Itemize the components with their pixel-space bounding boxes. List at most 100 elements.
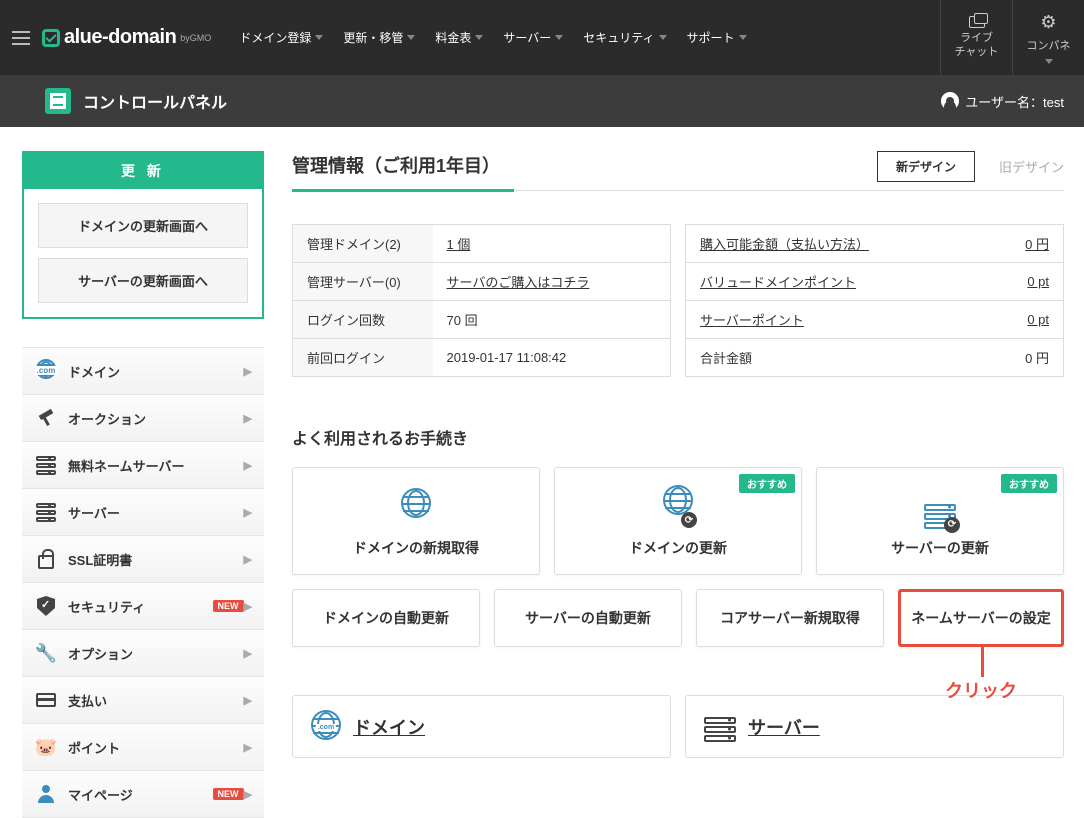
globe-icon: .com: [34, 359, 58, 383]
bottom-sections: .com ドメイン サーバー: [292, 695, 1064, 758]
shield-icon: [34, 594, 58, 618]
section-head: 管理情報（ご利用1年目） 新デザイン 旧デザイン: [292, 151, 1064, 191]
table-label: バリュードメインポイント: [686, 263, 985, 301]
table-value: 1 個: [433, 225, 671, 263]
table-value: 2019-01-17 11:08:42: [433, 339, 671, 377]
user-info[interactable]: ユーザー名：test: [941, 92, 1064, 111]
table-label: 管理サーバー(0): [293, 263, 433, 301]
control-panel-button[interactable]: ⚙ コンパネ: [1012, 0, 1084, 75]
sidebar-item-domain[interactable]: .com ドメイン ▶: [22, 348, 264, 395]
server-update-button[interactable]: サーバーの更新画面へ: [38, 258, 248, 303]
info-tables: 管理ドメイン(2)1 個 管理サーバー(0)サーバのご購入はコチラ ログイン回数…: [292, 224, 1064, 377]
new-badge: NEW: [213, 600, 244, 612]
proc-domain-new[interactable]: ドメインの新規取得: [292, 467, 540, 575]
chevron-right-icon: ▶: [244, 647, 252, 660]
section-title: 管理情報（ご利用1年目）: [292, 152, 514, 192]
click-annotation: クリック: [945, 677, 1017, 703]
control-panel-icon: [45, 88, 71, 114]
proc-server-renew[interactable]: おすすめ ⟳ サーバーの更新: [816, 467, 1064, 575]
server-icon: [34, 453, 58, 477]
proc-domain-auto[interactable]: ドメインの自動更新: [292, 589, 480, 647]
table-label: 合計金額: [686, 339, 985, 377]
proc-domain-renew[interactable]: おすすめ ⟳ ドメインの更新: [554, 467, 802, 575]
chevron-down-icon: [555, 35, 563, 40]
top-header: alue-domain byGMO ドメイン登録 更新・移管 料金表 サーバー …: [0, 0, 1084, 75]
chevron-down-icon: [739, 35, 747, 40]
domain-update-button[interactable]: ドメインの更新画面へ: [38, 203, 248, 248]
table-value: 0 円: [984, 225, 1063, 263]
hamburger-button[interactable]: [0, 0, 42, 75]
chevron-right-icon: ▶: [244, 600, 252, 613]
sidebar-item-option[interactable]: 🔧 オプション ▶: [22, 630, 264, 677]
sidebar-item-payment[interactable]: 支払い ▶: [22, 677, 264, 724]
server-icon: [34, 500, 58, 524]
sidebar: 更 新 ドメインの更新画面へ サーバーの更新画面へ .com ドメイン ▶ オー…: [22, 151, 264, 818]
nav-support[interactable]: サポート: [677, 29, 757, 46]
sidebar-item-point[interactable]: 🐷 ポイント ▶: [22, 724, 264, 771]
old-design-button[interactable]: 旧デザイン: [999, 157, 1064, 176]
sidebar-item-mypage[interactable]: マイページ NEW ▶: [22, 771, 264, 818]
content: 管理情報（ご利用1年目） 新デザイン 旧デザイン 管理ドメイン(2)1 個 管理…: [292, 151, 1064, 818]
proc-nameserver-settings[interactable]: ネームサーバーの設定: [898, 589, 1064, 647]
chevron-down-icon: [475, 35, 483, 40]
chevron-down-icon: [659, 35, 667, 40]
procedures-row-1: ドメインの新規取得 おすすめ ⟳ ドメインの更新 おすすめ ⟳ サーバーの更新: [292, 467, 1064, 575]
chevron-right-icon: ▶: [244, 788, 252, 801]
chevron-right-icon: ▶: [244, 553, 252, 566]
table-label: 前回ログイン: [293, 339, 433, 377]
nav-pricing[interactable]: 料金表: [425, 29, 493, 46]
logo-sub: byGMO: [180, 33, 211, 43]
server-icon: [704, 712, 736, 742]
logo-check-icon: [42, 29, 60, 47]
table-value: 0 pt: [984, 301, 1063, 339]
management-info-table: 管理ドメイン(2)1 個 管理サーバー(0)サーバのご購入はコチラ ログイン回数…: [292, 224, 671, 377]
gavel-icon: [34, 406, 58, 430]
chevron-right-icon: ▶: [244, 506, 252, 519]
sidebar-item-auction[interactable]: オークション ▶: [22, 395, 264, 442]
chevron-down-icon: [407, 35, 415, 40]
update-box: 更 新 ドメインの更新画面へ サーバーの更新画面へ: [22, 151, 264, 319]
new-badge: NEW: [213, 788, 244, 800]
table-label: 管理ドメイン(2): [293, 225, 433, 263]
lock-icon: [34, 547, 58, 571]
chevron-right-icon: ▶: [244, 365, 252, 378]
main-area: 更 新 ドメインの更新画面へ サーバーの更新画面へ .com ドメイン ▶ オー…: [0, 127, 1084, 818]
table-value: 70 回: [433, 301, 671, 339]
chevron-down-icon: [1045, 59, 1053, 64]
bottom-server-card[interactable]: サーバー: [685, 695, 1064, 758]
sidebar-item-ssl[interactable]: SSL証明書 ▶: [22, 536, 264, 583]
sidebar-item-server[interactable]: サーバー ▶: [22, 489, 264, 536]
hamburger-icon: [12, 31, 30, 45]
chevron-right-icon: ▶: [244, 694, 252, 707]
table-value: 0 pt: [984, 263, 1063, 301]
update-header: 更 新: [24, 153, 262, 189]
nav-renew-transfer[interactable]: 更新・移管: [333, 29, 425, 46]
live-chat-button[interactable]: ライブ チャット: [940, 0, 1012, 75]
globe-icon: [303, 476, 529, 530]
table-value: サーバのご購入はコチラ: [433, 263, 671, 301]
sidebar-item-security[interactable]: セキュリティ NEW ▶: [22, 583, 264, 630]
bottom-domain-card[interactable]: .com ドメイン: [292, 695, 671, 758]
sidebar-item-nameserver[interactable]: 無料ネームサーバー ▶: [22, 442, 264, 489]
procedures-title: よく利用されるお手続き: [292, 425, 1064, 449]
main-nav: ドメイン登録 更新・移管 料金表 サーバー セキュリティ サポート: [229, 0, 940, 75]
proc-server-auto[interactable]: サーバーの自動更新: [494, 589, 682, 647]
recommended-badge: おすすめ: [1001, 474, 1057, 493]
nav-security[interactable]: セキュリティ: [573, 29, 676, 46]
wrench-icon: 🔧: [34, 641, 58, 665]
nav-server[interactable]: サーバー: [493, 29, 573, 46]
logo[interactable]: alue-domain byGMO: [42, 0, 229, 75]
chevron-right-icon: ▶: [244, 412, 252, 425]
proc-coreserver-new[interactable]: コアサーバー新規取得: [696, 589, 884, 647]
nav-domain-register[interactable]: ドメイン登録: [229, 29, 333, 46]
gear-icon: ⚙: [1040, 12, 1056, 33]
logo-text: alue-domain: [64, 26, 176, 49]
procedures-row-2: ドメインの自動更新 サーバーの自動更新 コアサーバー新規取得 ネームサーバーの設…: [292, 589, 1064, 647]
annotation-line: [981, 647, 984, 677]
chevron-right-icon: ▶: [244, 741, 252, 754]
new-design-button[interactable]: 新デザイン: [877, 151, 975, 182]
sub-header: コントロールパネル ユーザー名：test: [0, 75, 1084, 127]
card-icon: [34, 688, 58, 712]
balance-info-table: 購入可能金額（支払い方法）0 円 バリュードメインポイント0 pt サーバーポイ…: [685, 224, 1064, 377]
chevron-right-icon: ▶: [244, 459, 252, 472]
